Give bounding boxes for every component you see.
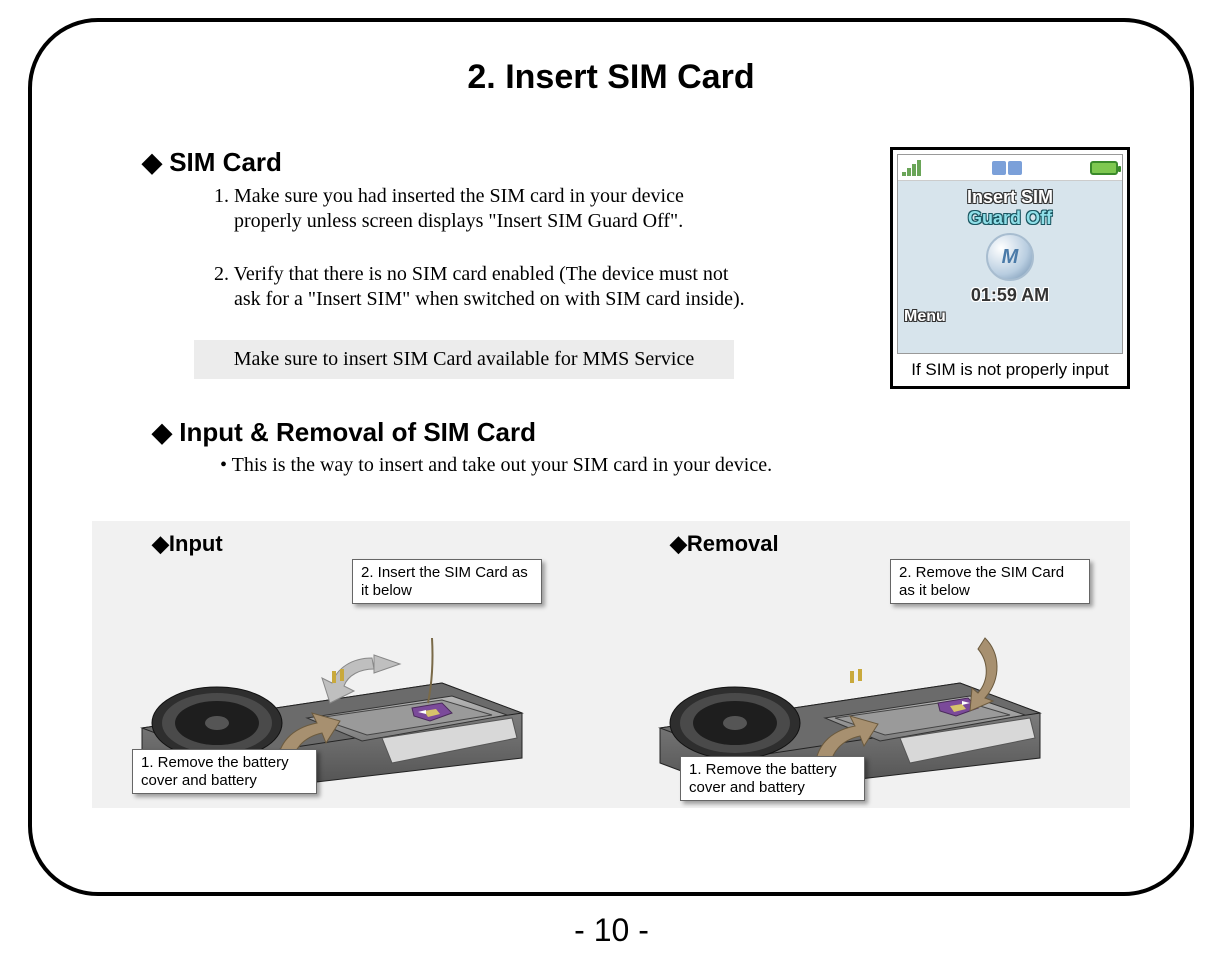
- input-title: ◆Input: [152, 531, 580, 557]
- input-panel: ◆Input: [122, 531, 580, 793]
- sim-card-section: ◆ SIM Card 1. Make sure you had inserted…: [142, 147, 850, 379]
- screen-time: 01:59 AM: [898, 285, 1122, 306]
- screen-menu-label: Menu: [898, 306, 1122, 328]
- input-removal-panels: ◆Input: [92, 521, 1130, 808]
- page-number: - 10 -: [0, 912, 1223, 949]
- io-heading: ◆ Input & Removal of SIM Card: [152, 417, 1130, 448]
- removal-panel: ◆Removal: [640, 531, 1100, 798]
- page-frame: 2. Insert SIM Card ◆ SIM Card 1. Make su…: [28, 18, 1194, 896]
- screen-line2: Guard Off: [898, 208, 1122, 229]
- screen-line1: Insert SIM: [898, 187, 1122, 208]
- input-removal-section: ◆ Input & Removal of SIM Card • This is …: [152, 417, 1130, 477]
- top-row: ◆ SIM Card 1. Make sure you had inserted…: [142, 147, 1130, 389]
- removal-callout-top: 2. Remove the SIM Card as it below: [890, 559, 1090, 604]
- signal-icon: [902, 160, 924, 176]
- logo-icon: M: [986, 233, 1034, 281]
- removal-callout-bottom: 1. Remove the battery cover and battery: [680, 756, 865, 801]
- io-desc: • This is the way to insert and take out…: [220, 454, 1130, 477]
- page-title: 2. Insert SIM Card: [92, 58, 1130, 97]
- battery-icon: [1090, 161, 1118, 175]
- sim-step-1: 1. Make sure you had inserted the SIM ca…: [214, 184, 754, 234]
- phone-illustration: Insert SIM Guard Off M 01:59 AM Menu If …: [890, 147, 1130, 389]
- status-icons: [992, 161, 1022, 175]
- status-bar: [898, 155, 1122, 181]
- input-callout-top: 2. Insert the SIM Card as it below: [352, 559, 542, 604]
- phone-screen: Insert SIM Guard Off M 01:59 AM Menu: [897, 154, 1123, 354]
- input-callout-bottom: 1. Remove the battery cover and battery: [132, 749, 317, 794]
- removal-title: ◆Removal: [670, 531, 1100, 557]
- phone-caption: If SIM is not properly input: [897, 354, 1123, 382]
- sim-step-2: 2. Verify that there is no SIM card enab…: [214, 262, 754, 312]
- mms-note: Make sure to insert SIM Card available f…: [194, 340, 734, 379]
- sim-card-heading: ◆ SIM Card: [142, 147, 850, 178]
